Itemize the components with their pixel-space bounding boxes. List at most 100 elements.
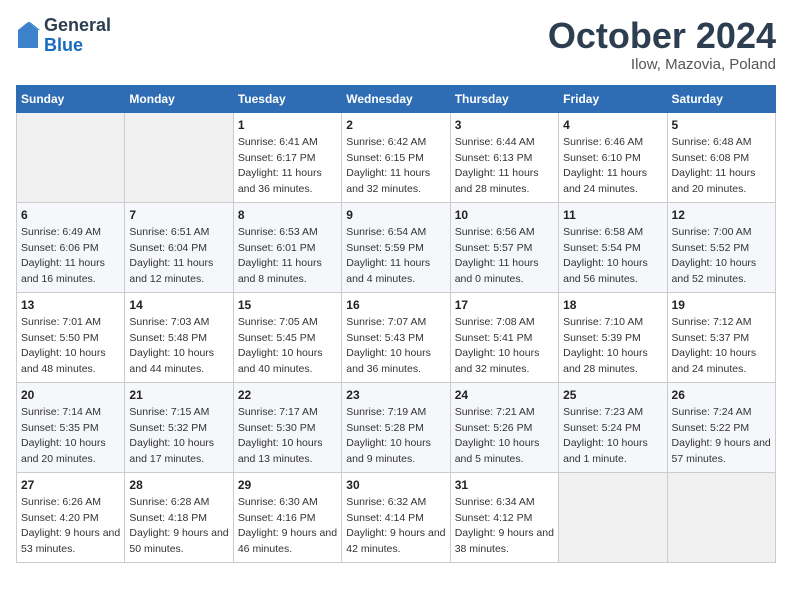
- cell-content: Sunrise: 6:28 AMSunset: 4:18 PMDaylight:…: [129, 496, 228, 554]
- cell-content: Sunrise: 6:46 AMSunset: 6:10 PMDaylight:…: [563, 136, 647, 194]
- cell-content: Sunrise: 7:01 AMSunset: 5:50 PMDaylight:…: [21, 316, 106, 374]
- cell-content: Sunrise: 6:49 AMSunset: 6:06 PMDaylight:…: [21, 226, 105, 284]
- calendar-cell: 20 Sunrise: 7:14 AMSunset: 5:35 PMDayligh…: [17, 382, 125, 472]
- calendar-cell: 27 Sunrise: 6:26 AMSunset: 4:20 PMDayligh…: [17, 472, 125, 562]
- cell-content: Sunrise: 7:24 AMSunset: 5:22 PMDaylight:…: [672, 406, 771, 464]
- calendar-cell: 12 Sunrise: 7:00 AMSunset: 5:52 PMDayligh…: [667, 202, 775, 292]
- cell-content: Sunrise: 6:34 AMSunset: 4:12 PMDaylight:…: [455, 496, 554, 554]
- calendar-table: SundayMondayTuesdayWednesdayThursdayFrid…: [16, 85, 776, 563]
- day-number: 11: [563, 207, 662, 224]
- calendar-week-row: 1 Sunrise: 6:41 AMSunset: 6:17 PMDaylight…: [17, 112, 776, 202]
- weekday-header-monday: Monday: [125, 85, 233, 112]
- cell-content: Sunrise: 6:51 AMSunset: 6:04 PMDaylight:…: [129, 226, 213, 284]
- calendar-cell: 6Sunrise: 6:49 AMSunset: 6:06 PMDaylight…: [17, 202, 125, 292]
- day-number: 16: [346, 297, 445, 314]
- calendar-cell: 29Sunrise: 6:30 AMSunset: 4:16 PMDayligh…: [233, 472, 341, 562]
- cell-content: Sunrise: 6:42 AMSunset: 6:15 PMDaylight:…: [346, 136, 430, 194]
- calendar-cell: 2Sunrise: 6:42 AMSunset: 6:15 PMDaylight…: [342, 112, 450, 202]
- calendar-cell: 8 Sunrise: 6:53 AMSunset: 6:01 PMDaylight…: [233, 202, 341, 292]
- day-number: 21: [129, 387, 228, 404]
- cell-content: Sunrise: 7:21 AMSunset: 5:26 PMDaylight:…: [455, 406, 540, 464]
- cell-content: Sunrise: 6:48 AMSunset: 6:08 PMDaylight:…: [672, 136, 756, 194]
- weekday-header-row: SundayMondayTuesdayWednesdayThursdayFrid…: [17, 85, 776, 112]
- cell-content: Sunrise: 7:15 AMSunset: 5:32 PMDaylight:…: [129, 406, 214, 464]
- cell-content: Sunrise: 7:08 AMSunset: 5:41 PMDaylight:…: [455, 316, 540, 374]
- page-header: General Blue October 2024 Ilow, Mazovia,…: [16, 16, 776, 73]
- cell-content: Sunrise: 6:44 AMSunset: 6:13 PMDaylight:…: [455, 136, 539, 194]
- day-number: 7: [129, 207, 228, 224]
- cell-content: Sunrise: 6:41 AMSunset: 6:17 PMDaylight:…: [238, 136, 322, 194]
- day-number: 4: [563, 117, 662, 134]
- weekday-header-tuesday: Tuesday: [233, 85, 341, 112]
- calendar-cell: 13 Sunrise: 7:01 AMSunset: 5:50 PMDayligh…: [17, 292, 125, 382]
- calendar-cell: 30 Sunrise: 6:32 AMSunset: 4:14 PMDayligh…: [342, 472, 450, 562]
- calendar-cell: 7 Sunrise: 6:51 AMSunset: 6:04 PMDaylight…: [125, 202, 233, 292]
- day-number: 25: [563, 387, 662, 404]
- day-number: 13: [21, 297, 120, 314]
- day-number: 30: [346, 477, 445, 494]
- calendar-cell: 19 Sunrise: 7:12 AMSunset: 5:37 PMDayligh…: [667, 292, 775, 382]
- weekday-header-friday: Friday: [559, 85, 667, 112]
- weekday-header-thursday: Thursday: [450, 85, 558, 112]
- day-number: 20: [21, 387, 120, 404]
- cell-content: Sunrise: 6:54 AMSunset: 5:59 PMDaylight:…: [346, 226, 430, 284]
- calendar-cell: [125, 112, 233, 202]
- calendar-cell: 17 Sunrise: 7:08 AMSunset: 5:41 PMDayligh…: [450, 292, 558, 382]
- logo-icon: [16, 20, 40, 52]
- calendar-cell: 22 Sunrise: 7:17 AMSunset: 5:30 PMDayligh…: [233, 382, 341, 472]
- calendar-cell: [17, 112, 125, 202]
- calendar-cell: 9 Sunrise: 6:54 AMSunset: 5:59 PMDaylight…: [342, 202, 450, 292]
- calendar-cell: 3 Sunrise: 6:44 AMSunset: 6:13 PMDaylight…: [450, 112, 558, 202]
- calendar-week-row: 13 Sunrise: 7:01 AMSunset: 5:50 PMDayligh…: [17, 292, 776, 382]
- day-number: 14: [129, 297, 228, 314]
- cell-content: Sunrise: 7:17 AMSunset: 5:30 PMDaylight:…: [238, 406, 323, 464]
- calendar-cell: 31Sunrise: 6:34 AMSunset: 4:12 PMDayligh…: [450, 472, 558, 562]
- calendar-cell: 18 Sunrise: 7:10 AMSunset: 5:39 PMDayligh…: [559, 292, 667, 382]
- cell-content: Sunrise: 6:32 AMSunset: 4:14 PMDaylight:…: [346, 496, 445, 554]
- calendar-cell: 10Sunrise: 6:56 AMSunset: 5:57 PMDayligh…: [450, 202, 558, 292]
- day-number: 1: [238, 117, 337, 134]
- location: Ilow, Mazovia, Poland: [548, 56, 776, 73]
- cell-content: Sunrise: 7:14 AMSunset: 5:35 PMDaylight:…: [21, 406, 106, 464]
- cell-content: Sunrise: 7:12 AMSunset: 5:37 PMDaylight:…: [672, 316, 757, 374]
- day-number: 17: [455, 297, 554, 314]
- day-number: 23: [346, 387, 445, 404]
- calendar-cell: 26Sunrise: 7:24 AMSunset: 5:22 PMDayligh…: [667, 382, 775, 472]
- day-number: 15: [238, 297, 337, 314]
- cell-content: Sunrise: 6:53 AMSunset: 6:01 PMDaylight:…: [238, 226, 322, 284]
- cell-content: Sunrise: 7:05 AMSunset: 5:45 PMDaylight:…: [238, 316, 323, 374]
- day-number: 12: [672, 207, 771, 224]
- day-number: 8: [238, 207, 337, 224]
- cell-content: Sunrise: 7:00 AMSunset: 5:52 PMDaylight:…: [672, 226, 757, 284]
- calendar-cell: 25Sunrise: 7:23 AMSunset: 5:24 PMDayligh…: [559, 382, 667, 472]
- day-number: 5: [672, 117, 771, 134]
- weekday-header-sunday: Sunday: [17, 85, 125, 112]
- day-number: 10: [455, 207, 554, 224]
- cell-content: Sunrise: 7:19 AMSunset: 5:28 PMDaylight:…: [346, 406, 431, 464]
- day-number: 18: [563, 297, 662, 314]
- day-number: 22: [238, 387, 337, 404]
- calendar-cell: 4 Sunrise: 6:46 AMSunset: 6:10 PMDaylight…: [559, 112, 667, 202]
- logo-general-text: General: [44, 16, 111, 36]
- cell-content: Sunrise: 7:07 AMSunset: 5:43 PMDaylight:…: [346, 316, 431, 374]
- calendar-cell: 24Sunrise: 7:21 AMSunset: 5:26 PMDayligh…: [450, 382, 558, 472]
- cell-content: Sunrise: 7:10 AMSunset: 5:39 PMDaylight:…: [563, 316, 648, 374]
- cell-content: Sunrise: 7:03 AMSunset: 5:48 PMDaylight:…: [129, 316, 214, 374]
- weekday-header-wednesday: Wednesday: [342, 85, 450, 112]
- calendar-cell: 23 Sunrise: 7:19 AMSunset: 5:28 PMDayligh…: [342, 382, 450, 472]
- cell-content: Sunrise: 6:58 AMSunset: 5:54 PMDaylight:…: [563, 226, 648, 284]
- calendar-cell: 21 Sunrise: 7:15 AMSunset: 5:32 PMDayligh…: [125, 382, 233, 472]
- day-number: 27: [21, 477, 120, 494]
- calendar-cell: 16 Sunrise: 7:07 AMSunset: 5:43 PMDayligh…: [342, 292, 450, 382]
- weekday-header-saturday: Saturday: [667, 85, 775, 112]
- calendar-cell: 11 Sunrise: 6:58 AMSunset: 5:54 PMDayligh…: [559, 202, 667, 292]
- calendar-cell: 5 Sunrise: 6:48 AMSunset: 6:08 PMDaylight…: [667, 112, 775, 202]
- calendar-cell: 14 Sunrise: 7:03 AMSunset: 5:48 PMDayligh…: [125, 292, 233, 382]
- day-number: 19: [672, 297, 771, 314]
- day-number: 9: [346, 207, 445, 224]
- calendar-week-row: 20 Sunrise: 7:14 AMSunset: 5:35 PMDayligh…: [17, 382, 776, 472]
- title-block: October 2024 Ilow, Mazovia, Poland: [548, 16, 776, 73]
- cell-content: Sunrise: 6:26 AMSunset: 4:20 PMDaylight:…: [21, 496, 120, 554]
- calendar-cell: 28Sunrise: 6:28 AMSunset: 4:18 PMDayligh…: [125, 472, 233, 562]
- day-number: 3: [455, 117, 554, 134]
